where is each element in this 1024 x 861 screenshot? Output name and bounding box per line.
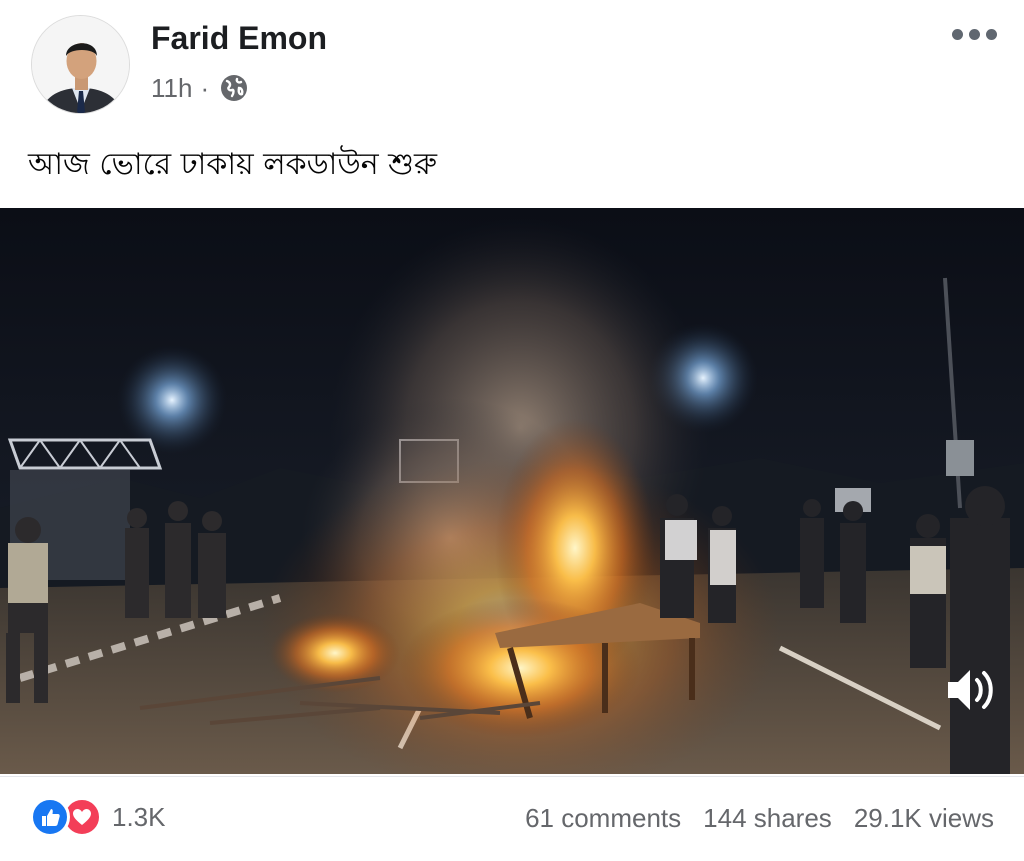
post-meta: 11h · bbox=[151, 70, 249, 106]
post-header: Farid Emon 11h · bbox=[0, 0, 1024, 120]
like-icon bbox=[30, 797, 70, 837]
author-avatar[interactable] bbox=[31, 15, 130, 114]
volume-icon bbox=[948, 670, 993, 710]
post-timestamp[interactable]: 11h bbox=[151, 73, 192, 104]
views-count: 29.1K views bbox=[853, 803, 994, 833]
globe-icon[interactable] bbox=[219, 73, 249, 103]
author-name[interactable]: Farid Emon bbox=[151, 20, 327, 57]
meta-separator: · bbox=[200, 72, 210, 103]
post-footer: 1.3K 61 comments 144 shares 29.1K views bbox=[0, 776, 1024, 861]
post-video[interactable] bbox=[0, 208, 1024, 774]
reaction-count: 1.3K bbox=[112, 801, 166, 832]
post-text: আজ ভোরে ঢাকায় লকডাউন শুরু bbox=[28, 147, 438, 182]
shares-count[interactable]: 144 shares bbox=[703, 803, 832, 834]
more-dot-icon bbox=[985, 28, 997, 40]
volume-button[interactable] bbox=[940, 662, 1000, 718]
reactions-summary[interactable]: 1.3K bbox=[30, 797, 166, 837]
more-options-button[interactable] bbox=[944, 20, 1004, 48]
more-dot-icon bbox=[951, 28, 963, 40]
comments-count[interactable]: 61 comments bbox=[525, 803, 681, 834]
post-stats: 61 comments 144 shares 29.1K views bbox=[525, 803, 994, 834]
more-dot-icon bbox=[968, 28, 980, 40]
